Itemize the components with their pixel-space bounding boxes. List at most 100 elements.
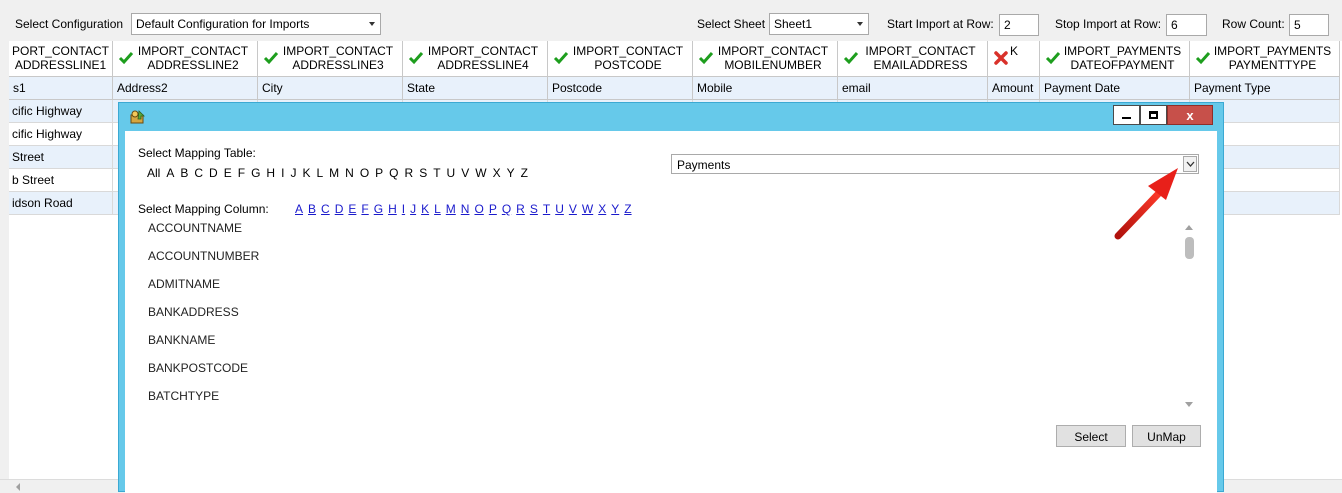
column-header[interactable]: IMPORT_PAYMENTS PAYMENTTYPE xyxy=(1190,41,1340,77)
sample-cell: City xyxy=(258,77,403,100)
column-header[interactable]: IMPORT_CONTACT POSTCODE xyxy=(548,41,693,77)
column-letter-link[interactable]: N xyxy=(461,202,470,216)
table-letter[interactable]: K xyxy=(302,166,310,180)
list-item[interactable]: BANKPOSTCODE xyxy=(148,361,248,375)
dropdown-button[interactable] xyxy=(1183,156,1197,172)
column-header[interactable]: IMPORT_CONTACT ADDRESSLINE4 xyxy=(403,41,548,77)
column-letter-link[interactable]: Q xyxy=(502,202,511,216)
table-letter[interactable]: Y xyxy=(507,166,515,180)
column-header[interactable]: IMPORT_CONTACT ADDRESSLINE2 xyxy=(113,41,258,77)
column-header-line1: IMPORT_CONTACT xyxy=(137,44,249,58)
column-letter-link[interactable]: O xyxy=(474,202,483,216)
table-letter[interactable]: B xyxy=(180,166,188,180)
table-letter[interactable]: H xyxy=(266,166,275,180)
table-letter[interactable]: N xyxy=(345,166,354,180)
column-header[interactable]: IMPORT_PAYMENTS DATEOFPAYMENT xyxy=(1040,41,1190,77)
close-button[interactable]: x xyxy=(1167,105,1213,125)
column-header-line2: POSTCODE xyxy=(594,58,662,72)
column-letter-link[interactable]: W xyxy=(582,202,593,216)
column-letter-link[interactable]: H xyxy=(388,202,397,216)
sheet-dropdown[interactable]: Sheet1 xyxy=(769,13,869,35)
column-letter-link[interactable]: C xyxy=(321,202,330,216)
select-button[interactable]: Select xyxy=(1056,425,1126,447)
column-letter-link[interactable]: D xyxy=(335,202,344,216)
column-letter-link[interactable]: U xyxy=(555,202,564,216)
table-letter[interactable]: T xyxy=(433,166,440,180)
table-letter-filter: All A B C D E F G H I J K L M N O P Q R S T U V W X Y Z xyxy=(147,166,534,180)
sample-cell: Mobile xyxy=(693,77,838,100)
sample-cell: Payment Type xyxy=(1190,77,1340,100)
column-header[interactable]: PORT_CONTACT ADDRESSLINE1 xyxy=(9,41,113,77)
minimize-button[interactable] xyxy=(1113,105,1140,125)
column-letter-link[interactable]: F xyxy=(361,202,368,216)
table-letter[interactable]: D xyxy=(209,166,218,180)
row-count-input[interactable]: 5 xyxy=(1289,14,1329,36)
column-letter-filter: ABCDEFGHIJKLMNOPQRSTUVWXYZ xyxy=(295,202,637,216)
column-letter-link[interactable]: I xyxy=(402,202,405,216)
scrollbar-thumb[interactable] xyxy=(1185,237,1194,259)
column-letter-link[interactable]: B xyxy=(308,202,316,216)
column-letter-link[interactable]: Z xyxy=(624,202,631,216)
table-letter[interactable]: F xyxy=(238,166,245,180)
table-letter[interactable]: S xyxy=(419,166,427,180)
scroll-up-icon[interactable] xyxy=(1185,225,1193,230)
scroll-left-icon[interactable] xyxy=(16,483,20,491)
table-letter[interactable]: All xyxy=(147,166,160,180)
table-letter[interactable]: M xyxy=(329,166,339,180)
column-letter-link[interactable]: Y xyxy=(611,202,619,216)
grid-sample-row: s1 Address2 City State Postcode Mobile email Am… xyxy=(9,77,1342,100)
column-letter-link[interactable]: K xyxy=(421,202,429,216)
maximize-button[interactable] xyxy=(1140,105,1167,125)
list-item[interactable]: BANKNAME xyxy=(148,333,215,347)
table-letter[interactable]: P xyxy=(375,166,383,180)
column-header[interactable]: IMPORT_CONTACT ADDRESSLINE3 xyxy=(258,41,403,77)
dialog-titlebar[interactable]: x xyxy=(119,103,1223,131)
table-cell: cific Highway xyxy=(9,123,113,146)
table-letter[interactable]: Z xyxy=(521,166,528,180)
table-letter[interactable]: G xyxy=(251,166,260,180)
list-item[interactable]: ADMITNAME xyxy=(148,277,220,291)
column-header[interactable]: K xyxy=(988,41,1040,77)
import-toolbar: Select Configuration Default Configurati… xyxy=(0,0,1342,42)
table-letter[interactable]: A xyxy=(166,166,174,180)
mapping-table-dropdown[interactable]: Payments xyxy=(671,154,1199,174)
list-item[interactable]: BANKADDRESS xyxy=(148,305,239,319)
table-letter[interactable]: O xyxy=(360,166,369,180)
list-item[interactable]: ACCOUNTNUMBER xyxy=(148,249,259,263)
table-letter[interactable]: U xyxy=(447,166,456,180)
column-letter-link[interactable]: S xyxy=(530,202,538,216)
unmap-button[interactable]: UnMap xyxy=(1132,425,1201,447)
column-header-line1: IMPORT_CONTACT xyxy=(865,44,976,58)
scroll-down-icon[interactable] xyxy=(1185,402,1193,407)
column-letter-link[interactable]: P xyxy=(489,202,497,216)
column-header[interactable]: IMPORT_CONTACT MOBILENUMBER xyxy=(693,41,838,77)
column-letter-link[interactable]: X xyxy=(598,202,606,216)
table-letter[interactable]: I xyxy=(281,166,284,180)
column-letter-link[interactable]: A xyxy=(295,202,303,216)
table-letter[interactable]: R xyxy=(405,166,414,180)
table-letter[interactable]: V xyxy=(461,166,469,180)
column-letter-link[interactable]: R xyxy=(516,202,525,216)
column-letter-link[interactable]: V xyxy=(569,202,577,216)
column-letter-link[interactable]: E xyxy=(348,202,356,216)
start-row-input[interactable]: 2 xyxy=(999,14,1039,36)
column-letter-link[interactable]: J xyxy=(410,202,416,216)
sample-cell: s1 xyxy=(9,77,113,100)
table-letter[interactable]: L xyxy=(316,166,323,180)
table-letter[interactable]: W xyxy=(475,166,486,180)
column-letter-link[interactable]: L xyxy=(434,202,441,216)
list-item[interactable]: BATCHTYPE xyxy=(148,389,219,403)
config-dropdown[interactable]: Default Configuration for Imports xyxy=(131,13,381,35)
stop-row-input[interactable]: 6 xyxy=(1166,14,1207,36)
column-letter-link[interactable]: M xyxy=(446,202,456,216)
sample-cell: Amount xyxy=(988,77,1040,100)
column-header[interactable]: IMPORT_CONTACT EMAILADDRESS xyxy=(838,41,988,77)
table-letter[interactable]: Q xyxy=(389,166,398,180)
table-letter[interactable]: C xyxy=(194,166,203,180)
table-letter[interactable]: J xyxy=(290,166,296,180)
column-letter-link[interactable]: G xyxy=(374,202,383,216)
table-letter[interactable]: X xyxy=(493,166,501,180)
table-letter[interactable]: E xyxy=(224,166,232,180)
column-letter-link[interactable]: T xyxy=(543,202,550,216)
list-item[interactable]: ACCOUNTNAME xyxy=(148,221,242,235)
